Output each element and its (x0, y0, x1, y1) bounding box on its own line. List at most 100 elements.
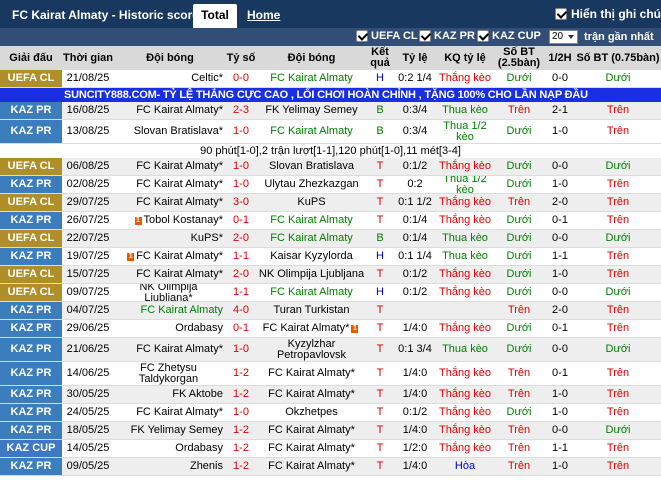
cell-home-team[interactable]: Ordabasy (114, 440, 226, 457)
cell-away-team[interactable]: Ulytau Zhezkazgan (256, 176, 367, 193)
show-notes-toggle[interactable]: Hiển thị ghi chú (555, 7, 661, 21)
league-badge[interactable]: KAZ PR (0, 212, 62, 229)
cell-home-team[interactable]: FC Kairat Almaty (114, 302, 226, 319)
tab-total[interactable]: Total (193, 4, 237, 28)
cell-home-team[interactable]: NK Olimpija Ljubljana* (114, 284, 226, 301)
league-badge[interactable]: KAZ PR (0, 248, 62, 265)
team-name[interactable]: Kyzylzhar Petropavlovsk (256, 338, 367, 361)
team-name[interactable]: FC Kairat Almaty (270, 287, 353, 298)
team-name[interactable]: FK Yelimay Semey (131, 425, 223, 436)
team-name[interactable]: NK Olimpija Ljubljana (259, 269, 364, 280)
cell-home-team[interactable]: KuPS* (114, 230, 226, 247)
cell-away-team[interactable]: FC Kairat Almaty* (256, 386, 367, 403)
cell-away-team[interactable]: FC Kairat Almaty* (256, 422, 367, 439)
team-name[interactable]: Slovan Bratislava* (134, 126, 223, 137)
league-badge[interactable]: KAZ PR (0, 120, 62, 143)
team-name[interactable]: FC Kairat Almaty (270, 73, 353, 84)
team-name[interactable]: Turan Turkistan (273, 305, 349, 316)
cell-away-team[interactable]: KuPS (256, 194, 367, 211)
cell-away-team[interactable]: FC Kairat Almaty (256, 230, 367, 247)
team-name[interactable]: FC Kairat Almaty (270, 215, 353, 226)
team-name[interactable]: NK Olimpija Ljubljana* (114, 284, 223, 301)
cell-home-team[interactable]: FC Zhetysu Taldykorgan (114, 362, 226, 385)
recent-count-select[interactable]: 20 (549, 30, 578, 44)
league-badge[interactable]: KAZ PR (0, 320, 62, 337)
cell-away-team[interactable]: Turan Turkistan (256, 302, 367, 319)
team-name[interactable]: FC Zhetysu Taldykorgan (114, 362, 223, 385)
team-name[interactable]: FC Kairat Almaty* (268, 443, 355, 454)
uefa-cl-checkbox[interactable] (356, 30, 368, 42)
league-badge[interactable]: KAZ CUP (0, 440, 62, 457)
cell-away-team[interactable]: Okzhetpes (256, 404, 367, 421)
filter-kaz-cup[interactable]: KAZ CUP (477, 30, 541, 42)
team-name[interactable]: FK Aktobe (172, 389, 223, 400)
team-name[interactable]: FC Kairat Almaty* (268, 368, 355, 379)
cell-away-team[interactable]: FC Kairat Almaty* (256, 458, 367, 475)
kaz-cup-checkbox[interactable] (477, 30, 489, 42)
team-name[interactable]: FC Kairat Almaty* (136, 105, 223, 116)
league-badge[interactable]: KAZ PR (0, 338, 62, 361)
team-name[interactable]: FC Kairat Almaty* (136, 269, 223, 280)
team-name[interactable]: FC Kairat Almaty* (136, 179, 223, 190)
kaz-pr-checkbox[interactable] (419, 30, 431, 42)
team-name[interactable]: FC Kairat Almaty (270, 126, 353, 137)
league-badge[interactable]: UEFA CL (0, 194, 62, 211)
team-name[interactable]: Tobol Kostanay* (144, 215, 224, 226)
cell-home-team[interactable]: Celtic* (114, 70, 226, 87)
cell-away-team[interactable]: FC Kairat Almaty* (256, 440, 367, 457)
cell-away-team[interactable]: FC Kairat Almaty* 1 (256, 320, 367, 337)
team-name[interactable]: FC Kairat Almaty (270, 233, 353, 244)
league-badge[interactable]: KAZ PR (0, 176, 62, 193)
team-name[interactable]: FC Kairat Almaty* (268, 389, 355, 400)
cell-home-team[interactable]: Zhenis (114, 458, 226, 475)
cell-home-team[interactable]: FC Kairat Almaty* (114, 266, 226, 283)
team-name[interactable]: FK Yelimay Semey (265, 105, 357, 116)
cell-home-team[interactable]: 1 FC Kairat Almaty* (114, 248, 226, 265)
team-name[interactable]: FC Kairat Almaty* (136, 161, 223, 172)
cell-home-team[interactable]: FC Kairat Almaty* (114, 194, 226, 211)
team-name[interactable]: FC Kairat Almaty* (136, 407, 223, 418)
cell-home-team[interactable]: FC Kairat Almaty* (114, 338, 226, 361)
team-name[interactable]: KuPS (297, 197, 325, 208)
cell-away-team[interactable]: FC Kairat Almaty* (256, 362, 367, 385)
league-badge[interactable]: KAZ PR (0, 302, 62, 319)
filter-kaz-pr[interactable]: KAZ PR (419, 30, 475, 42)
team-name[interactable]: Zhenis (190, 461, 223, 472)
team-name[interactable]: FC Kairat Almaty* (136, 344, 223, 355)
team-name[interactable]: Celtic* (191, 73, 223, 84)
cell-away-team[interactable]: NK Olimpija Ljubljana (256, 266, 367, 283)
cell-away-team[interactable]: FK Yelimay Semey (256, 102, 367, 119)
cell-home-team[interactable]: Ordabasy (114, 320, 226, 337)
team-name[interactable]: FC Kairat Almaty (140, 305, 223, 316)
team-name[interactable]: Kaisar Kyzylorda (270, 251, 353, 262)
league-badge[interactable]: UEFA CL (0, 266, 62, 283)
team-name[interactable]: FC Kairat Almaty* (268, 425, 355, 436)
league-badge[interactable]: KAZ PR (0, 102, 62, 119)
cell-away-team[interactable]: Kyzylzhar Petropavlovsk (256, 338, 367, 361)
show-notes-checkbox[interactable] (555, 8, 567, 20)
league-badge[interactable]: UEFA CL (0, 284, 62, 301)
cell-home-team[interactable]: FK Yelimay Semey (114, 422, 226, 439)
team-name[interactable]: Ordabasy (175, 323, 223, 334)
cell-home-team[interactable]: FC Kairat Almaty* (114, 404, 226, 421)
league-badge[interactable]: KAZ PR (0, 386, 62, 403)
team-name[interactable]: FC Kairat Almaty* (136, 251, 223, 262)
team-name[interactable]: FC Kairat Almaty* (268, 461, 355, 472)
team-name[interactable]: KuPS* (191, 233, 223, 244)
cell-home-team[interactable]: FC Kairat Almaty* (114, 102, 226, 119)
league-badge[interactable]: KAZ PR (0, 422, 62, 439)
team-name[interactable]: Ulytau Zhezkazgan (264, 179, 358, 190)
league-badge[interactable]: UEFA CL (0, 70, 62, 87)
cell-home-team[interactable]: Slovan Bratislava* (114, 120, 226, 143)
team-name[interactable]: Slovan Bratislava (269, 161, 354, 172)
cell-home-team[interactable]: 1 Tobol Kostanay* (114, 212, 226, 229)
league-badge[interactable]: UEFA CL (0, 230, 62, 247)
cell-home-team[interactable]: FC Kairat Almaty* (114, 176, 226, 193)
team-name[interactable]: Ordabasy (175, 443, 223, 454)
promo-banner[interactable]: SUNCITY888.COM- TỶ LỆ THẮNG CỰC CAO , LỐ… (0, 88, 661, 102)
cell-home-team[interactable]: FC Kairat Almaty* (114, 158, 226, 175)
league-badge[interactable]: KAZ PR (0, 458, 62, 475)
cell-home-team[interactable]: FK Aktobe (114, 386, 226, 403)
cell-away-team[interactable]: FC Kairat Almaty (256, 70, 367, 87)
tab-home[interactable]: Home (247, 8, 280, 22)
